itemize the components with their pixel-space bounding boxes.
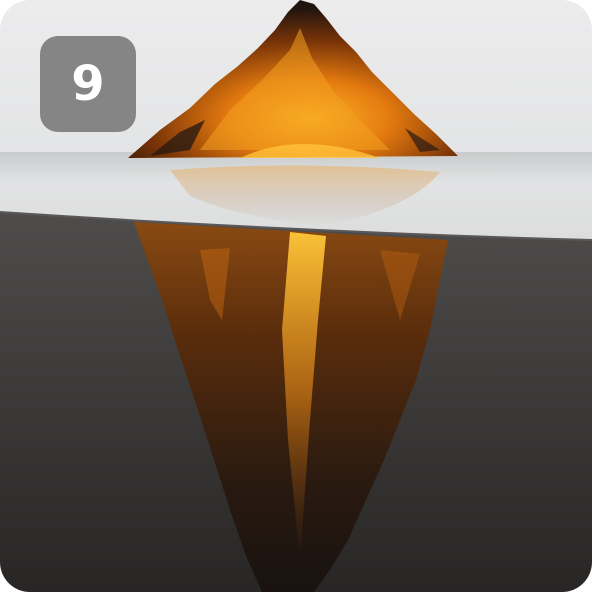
step-number-badge: 9 (40, 36, 136, 132)
step-number: 9 (71, 56, 105, 112)
image-card: 9 (0, 0, 592, 592)
